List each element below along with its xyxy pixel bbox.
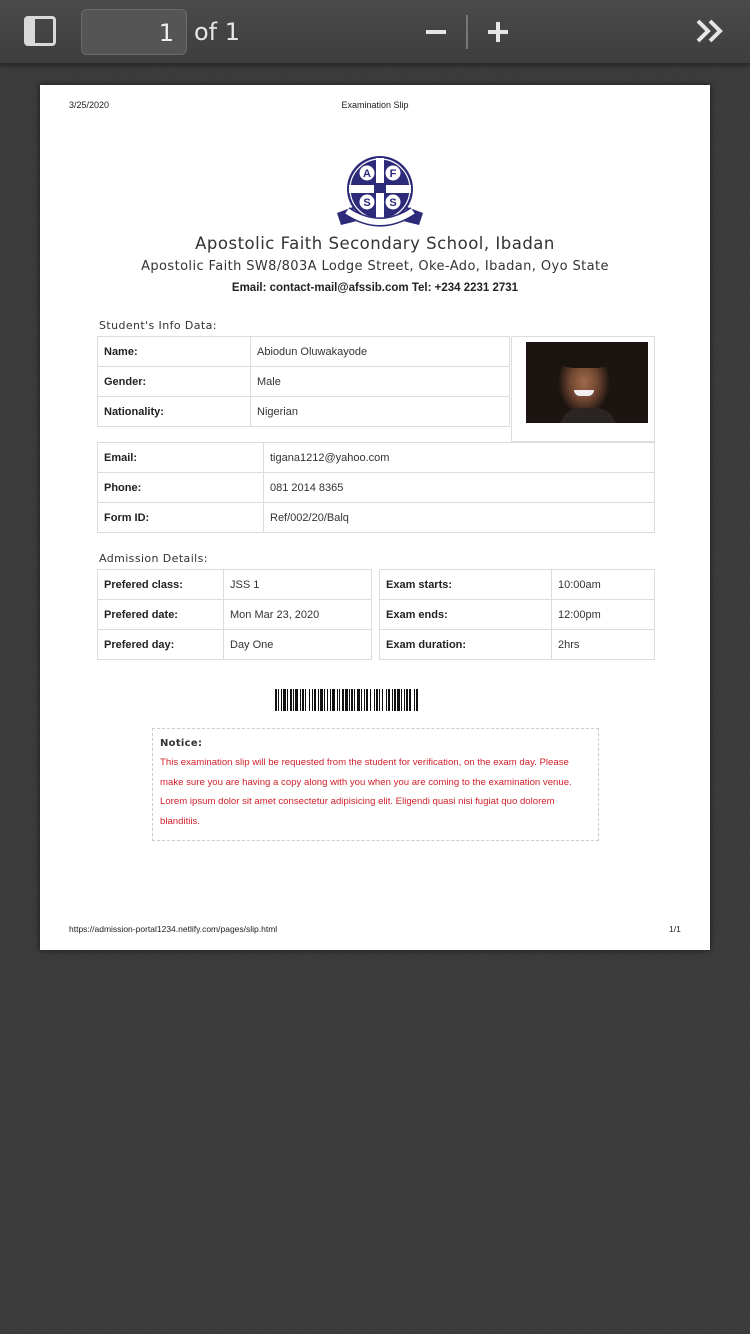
school-name: Apostolic Faith Secondary School, Ibadan	[195, 234, 555, 253]
notice-title: Notice:	[160, 738, 203, 749]
sidebar-toggle-icon[interactable]	[24, 16, 56, 46]
zoom-out-icon[interactable]	[422, 16, 450, 46]
prefered-class-label: Prefered class:	[97, 569, 224, 600]
form-id-value: Ref/002/20/Balq	[263, 502, 655, 533]
admission-left-table: Prefered class: JSS 1 Prefered date: Mon…	[97, 569, 372, 660]
student-photo	[526, 342, 648, 423]
page-number-input[interactable]: 1	[81, 9, 187, 55]
nationality-label: Nationality:	[97, 396, 251, 427]
gender-label: Gender:	[97, 366, 251, 397]
print-title: Examination Slip	[341, 100, 409, 110]
print-url: https://admission-portal1234.netlify.com…	[69, 924, 278, 934]
prefered-date-value: Mon Mar 23, 2020	[223, 599, 372, 630]
notice-box: Notice: This examination slip will be re…	[152, 728, 599, 841]
pdf-page: 3/25/2020 Examination Slip A F S S Apost…	[40, 85, 710, 950]
form-id-label: Form ID:	[97, 502, 264, 533]
toolbar-divider	[466, 15, 468, 49]
notice-text: This examination slip will be requested …	[160, 757, 572, 827]
student-photo-cell	[511, 336, 655, 442]
school-contact: Email: contact-mail@afssib.com Tel: +234…	[231, 282, 519, 294]
double-chevron-right-icon[interactable]	[694, 16, 728, 46]
prefered-date-label: Prefered date:	[97, 599, 224, 630]
name-value: Abiodun Oluwakayode	[250, 336, 510, 367]
school-logo: A F S S	[337, 156, 423, 227]
prefered-day-value: Day One	[223, 629, 372, 660]
admission-details-title: Admission Details:	[99, 552, 208, 565]
exam-starts-label: Exam starts:	[379, 569, 552, 600]
email-value: tigana1212@yahoo.com	[263, 442, 655, 473]
barcode	[275, 689, 418, 711]
student-info-title: Student's Info Data:	[99, 319, 217, 332]
phone-label: Phone:	[97, 472, 264, 503]
print-page-number: 1/1	[669, 924, 681, 934]
svg-text:S: S	[389, 197, 396, 209]
zoom-in-icon[interactable]	[484, 16, 512, 46]
prefered-class-value: JSS 1	[223, 569, 372, 600]
prefered-day-label: Prefered day:	[97, 629, 224, 660]
school-address: Apostolic Faith SW8/803A Lodge Street, O…	[141, 259, 609, 274]
exam-ends-label: Exam ends:	[379, 599, 552, 630]
admission-right-table: Exam starts: 10:00am Exam ends: 12:00pm …	[379, 569, 655, 660]
name-label: Name:	[97, 336, 251, 367]
exam-starts-value: 10:00am	[551, 569, 655, 600]
email-label: Email:	[97, 442, 264, 473]
student-contact-table: Email: tigana1212@yahoo.com Phone: 081 2…	[97, 442, 655, 533]
nationality-value: Nigerian	[250, 396, 510, 427]
pdf-toolbar: 1 of 1	[0, 0, 750, 64]
exam-duration-label: Exam duration:	[379, 629, 552, 660]
svg-text:S: S	[363, 197, 370, 209]
svg-text:F: F	[390, 168, 397, 180]
student-info-table: Name: Abiodun Oluwakayode Gender: Male N…	[97, 336, 510, 427]
page-count-label: of 1	[194, 18, 241, 46]
phone-value: 081 2014 8365	[263, 472, 655, 503]
svg-text:A: A	[363, 168, 371, 180]
gender-value: Male	[250, 366, 510, 397]
exam-ends-value: 12:00pm	[551, 599, 655, 630]
exam-duration-value: 2hrs	[551, 629, 655, 660]
